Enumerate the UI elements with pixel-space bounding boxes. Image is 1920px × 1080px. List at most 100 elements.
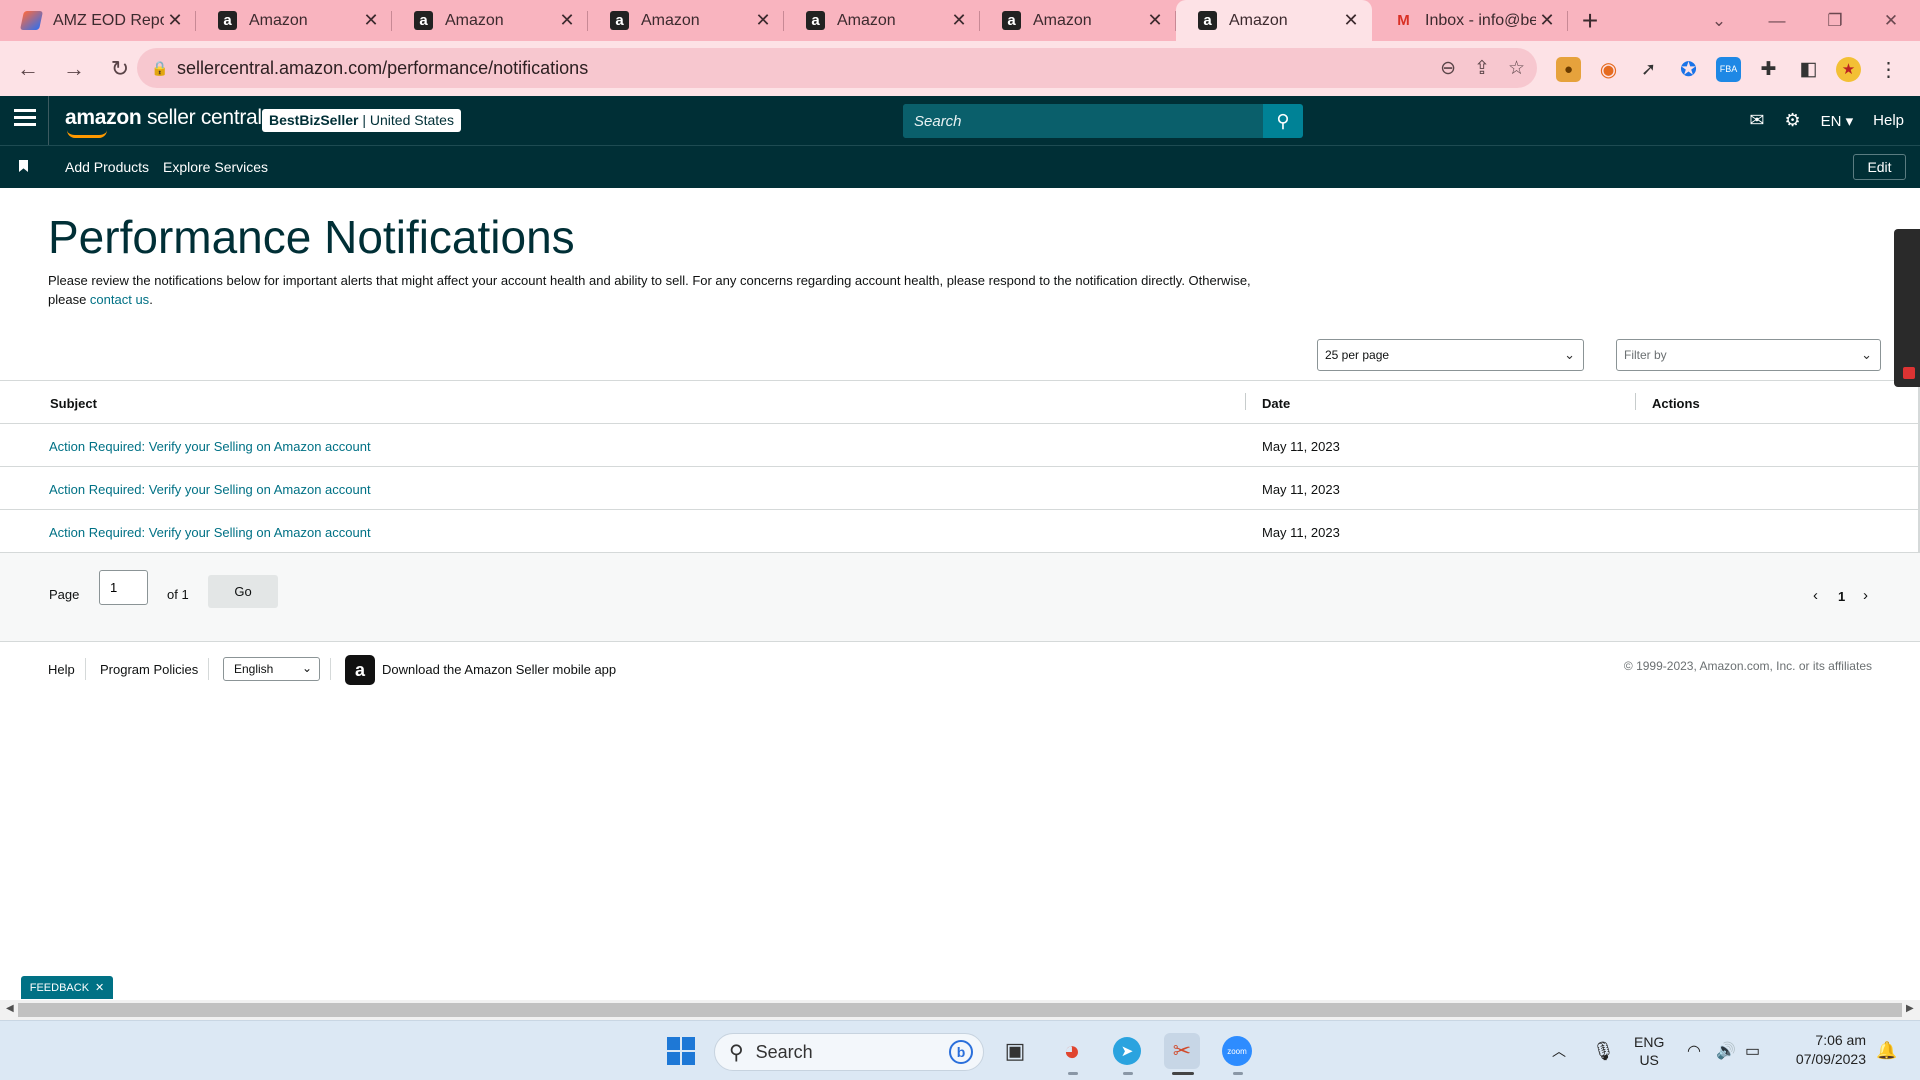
account-switcher[interactable]: BestBizSeller | United States bbox=[262, 109, 461, 132]
extension-honey-icon[interactable]: ● bbox=[1556, 56, 1581, 82]
browser-menu-icon[interactable]: ⋮ bbox=[1876, 57, 1901, 82]
reload-icon[interactable]: ↻ bbox=[100, 49, 140, 89]
browser-tab[interactable]: a Amazon ✕ bbox=[588, 0, 784, 41]
contact-us-link[interactable]: contact us bbox=[90, 292, 149, 307]
tab-title: Amazon bbox=[1229, 11, 1288, 29]
tab-close-icon[interactable]: ✕ bbox=[1340, 10, 1362, 31]
volume-icon[interactable]: 🔊 bbox=[1716, 1021, 1736, 1080]
search-icon: ⚲ bbox=[729, 1041, 744, 1064]
chevron-down-icon: ⌄ bbox=[301, 661, 312, 675]
taskbar-clock[interactable]: 7:06 am 07/09/2023 bbox=[1796, 1031, 1866, 1069]
hamburger-menu-icon[interactable] bbox=[14, 109, 36, 130]
nav-link-add-products[interactable]: Add Products bbox=[65, 159, 149, 175]
seller-app-icon[interactable]: a bbox=[345, 655, 375, 685]
notification-subject-link[interactable]: Action Required: Verify your Selling on … bbox=[49, 482, 371, 497]
search-input[interactable] bbox=[903, 104, 1263, 138]
filter-select[interactable]: Filter by ⌄ bbox=[1616, 339, 1881, 371]
per-page-select[interactable]: 25 per page ⌄ bbox=[1317, 339, 1584, 371]
forward-arrow-icon[interactable]: → bbox=[54, 49, 94, 89]
close-icon[interactable]: ✕ bbox=[95, 981, 104, 994]
battery-icon[interactable]: ▭ bbox=[1745, 1021, 1760, 1080]
scroll-right-arrow-icon[interactable]: ▶ bbox=[1906, 1003, 1914, 1014]
tab-title: Inbox - info@bes bbox=[1425, 11, 1536, 29]
browser-tab[interactable]: a Amazon ✕ bbox=[392, 0, 588, 41]
column-header-date[interactable]: Date bbox=[1262, 396, 1290, 411]
screen-recorder-widget[interactable] bbox=[1894, 229, 1920, 387]
footer-language-select[interactable]: English ⌄ bbox=[223, 657, 320, 681]
amazon-favicon: a bbox=[1002, 11, 1021, 30]
browser-tab[interactable]: AMZ EOD Report ✕ bbox=[0, 0, 196, 41]
wifi-icon[interactable]: ◠ bbox=[1687, 1021, 1701, 1080]
browser-tab[interactable]: M Inbox - info@bes ✕ bbox=[1372, 0, 1568, 41]
side-panel-icon[interactable]: ◧ bbox=[1796, 57, 1821, 82]
close-window-button[interactable]: ✕ bbox=[1862, 0, 1920, 41]
horizontal-scrollbar[interactable]: ◀ ▶ bbox=[0, 1000, 1920, 1020]
notification-subject-link[interactable]: Action Required: Verify your Selling on … bbox=[49, 439, 371, 454]
new-tab-button[interactable]: + bbox=[1568, 0, 1612, 41]
snipping-tool-icon[interactable]: ✂ bbox=[1164, 1033, 1200, 1069]
go-button[interactable]: Go bbox=[208, 575, 278, 608]
browser-tab[interactable]: a Amazon ✕ bbox=[196, 0, 392, 41]
footer-help-link[interactable]: Help bbox=[48, 662, 75, 677]
notifications-bell-icon[interactable]: 🔔 bbox=[1876, 1021, 1897, 1080]
tab-search-chevron-icon[interactable]: ⌄ bbox=[1690, 0, 1748, 41]
windows-start-icon[interactable] bbox=[663, 1033, 699, 1069]
tab-close-icon[interactable]: ✕ bbox=[1144, 10, 1166, 31]
browser-tab[interactable]: a Amazon ✕ bbox=[980, 0, 1176, 41]
table-header: Subject Date Actions bbox=[0, 381, 1920, 424]
show-hidden-icons-chevron[interactable]: ︿ bbox=[1552, 1021, 1566, 1080]
tab-close-icon[interactable]: ✕ bbox=[360, 10, 382, 31]
mail-icon[interactable]: ✉ bbox=[1749, 110, 1764, 131]
search-icon[interactable]: ⚲ bbox=[1263, 104, 1303, 138]
extension-orange-icon[interactable]: ◉ bbox=[1596, 57, 1621, 82]
browser-tab[interactable]: a Amazon ✕ bbox=[784, 0, 980, 41]
microphone-icon[interactable]: 🎙 bbox=[1592, 1021, 1615, 1080]
seller-central-logo[interactable]: amazon seller central bbox=[65, 106, 262, 138]
back-arrow-icon[interactable]: ← bbox=[8, 49, 48, 89]
browser-tab-active[interactable]: a Amazon ✕ bbox=[1176, 0, 1372, 41]
edit-nav-button[interactable]: Edit bbox=[1853, 154, 1906, 180]
scroll-left-arrow-icon[interactable]: ◀ bbox=[6, 1003, 14, 1014]
bookmark-icon[interactable] bbox=[19, 160, 28, 172]
extension-blue-icon[interactable]: ✪ bbox=[1676, 57, 1701, 82]
keyboard-language[interactable]: ENG US bbox=[1634, 1021, 1664, 1080]
nav-link-explore-services[interactable]: Explore Services bbox=[163, 159, 268, 175]
lang-line-2: US bbox=[1639, 1052, 1659, 1068]
tab-close-icon[interactable]: ✕ bbox=[164, 10, 186, 31]
task-view-icon[interactable]: ▣ bbox=[997, 1033, 1033, 1069]
extensions-puzzle-icon[interactable]: ✚ bbox=[1756, 57, 1781, 82]
share-icon[interactable]: ⇪ bbox=[1474, 57, 1490, 80]
download-app-link[interactable]: Download the Amazon Seller mobile app bbox=[382, 662, 616, 677]
column-header-actions: Actions bbox=[1652, 396, 1700, 411]
next-page-icon[interactable]: › bbox=[1863, 587, 1868, 604]
taskbar-search[interactable]: ⚲ Search b bbox=[714, 1033, 984, 1071]
current-page-number[interactable]: 1 bbox=[1838, 589, 1845, 604]
column-header-subject[interactable]: Subject bbox=[50, 396, 97, 411]
scrollbar-thumb[interactable] bbox=[18, 1003, 1902, 1017]
tab-close-icon[interactable]: ✕ bbox=[556, 10, 578, 31]
extension-fba-icon[interactable]: FBA bbox=[1716, 56, 1741, 82]
footer-program-policies-link[interactable]: Program Policies bbox=[100, 662, 198, 677]
feedback-tab[interactable]: FEEDBACK ✕ bbox=[21, 976, 113, 999]
tab-close-icon[interactable]: ✕ bbox=[752, 10, 774, 31]
tab-title: Amazon bbox=[1033, 11, 1092, 29]
tab-close-icon[interactable]: ✕ bbox=[948, 10, 970, 31]
language-selector[interactable]: EN ▾ bbox=[1821, 112, 1854, 130]
profile-avatar-icon[interactable]: ★ bbox=[1836, 56, 1861, 82]
zoom-icon[interactable]: zoom bbox=[1219, 1033, 1255, 1069]
page-number-input[interactable] bbox=[99, 570, 148, 605]
tab-close-icon[interactable]: ✕ bbox=[1536, 10, 1558, 31]
address-bar[interactable]: 🔒 sellercentral.amazon.com/performance/n… bbox=[137, 48, 1537, 88]
extension-arrow-icon[interactable]: ➚ bbox=[1636, 57, 1661, 82]
minimize-button[interactable]: — bbox=[1748, 0, 1806, 41]
maximize-button[interactable]: ❐ bbox=[1806, 0, 1864, 41]
previous-page-icon[interactable]: ‹ bbox=[1813, 587, 1818, 604]
zoom-out-icon[interactable]: ⊖ bbox=[1440, 57, 1456, 80]
telegram-icon[interactable]: ➤ bbox=[1109, 1033, 1145, 1069]
notification-subject-link[interactable]: Action Required: Verify your Selling on … bbox=[49, 525, 371, 540]
help-link[interactable]: Help bbox=[1873, 112, 1904, 129]
bing-icon[interactable]: b bbox=[949, 1040, 973, 1064]
chrome-icon[interactable]: ◕ bbox=[1054, 1033, 1090, 1069]
gear-icon[interactable]: ⚙ bbox=[1784, 110, 1800, 131]
bookmark-star-icon[interactable]: ☆ bbox=[1508, 57, 1525, 80]
